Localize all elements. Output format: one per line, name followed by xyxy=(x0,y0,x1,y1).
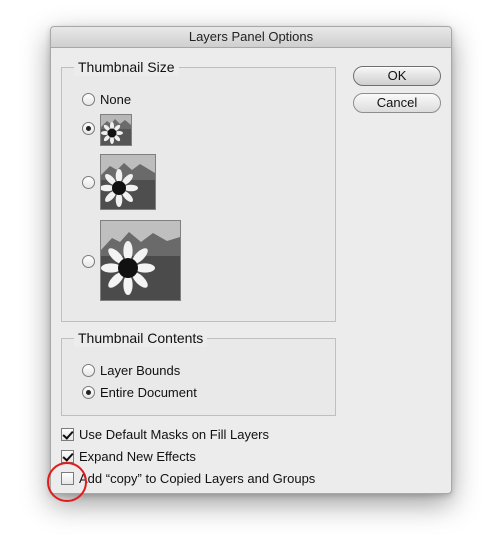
thumbnail-size-large-radio[interactable] xyxy=(82,255,95,268)
add-copy-label: Add “copy” to Copied Layers and Groups xyxy=(79,471,316,486)
add-copy-checkbox[interactable] xyxy=(61,472,74,485)
layer-bounds-option[interactable]: Layer Bounds xyxy=(82,363,180,378)
thumbnail-size-group: Thumbnail Size None xyxy=(61,58,336,322)
entire-document-radio[interactable] xyxy=(82,386,95,399)
sunflower-thumbnail-icon xyxy=(101,115,131,145)
thumbnail-size-label: Thumbnail Size xyxy=(74,58,179,76)
use-default-masks-label: Use Default Masks on Fill Layers xyxy=(79,427,270,442)
thumbnail-small-preview xyxy=(100,114,132,146)
thumbnail-size-small-option[interactable] xyxy=(82,122,95,135)
thumbnail-contents-group: Thumbnail Contents Layer Bounds Entire D… xyxy=(61,329,336,416)
thumbnail-size-none-label: None xyxy=(100,92,132,107)
thumbnail-size-small-radio[interactable] xyxy=(82,122,95,135)
use-default-masks-option[interactable]: Use Default Masks on Fill Layers xyxy=(61,427,269,442)
sunflower-thumbnail-icon xyxy=(101,221,180,300)
layers-panel-options-dialog: Layers Panel Options Thumbnail Size None xyxy=(50,26,452,494)
expand-new-effects-option[interactable]: Expand New Effects xyxy=(61,449,196,464)
layer-bounds-radio[interactable] xyxy=(82,364,95,377)
thumbnail-large-preview xyxy=(100,220,181,301)
dialog-titlebar: Layers Panel Options xyxy=(51,27,451,48)
dialog-title: Layers Panel Options xyxy=(188,29,314,44)
entire-document-label: Entire Document xyxy=(100,385,197,400)
entire-document-option[interactable]: Entire Document xyxy=(82,385,197,400)
thumbnail-size-large-option[interactable] xyxy=(82,255,95,268)
thumbnail-contents-label: Thumbnail Contents xyxy=(74,329,208,347)
thumbnail-size-medium-option[interactable] xyxy=(82,176,95,189)
expand-new-effects-checkbox[interactable] xyxy=(61,450,74,463)
use-default-masks-checkbox[interactable] xyxy=(61,428,74,441)
layer-bounds-label: Layer Bounds xyxy=(100,363,181,378)
add-copy-option[interactable]: Add “copy” to Copied Layers and Groups xyxy=(61,471,315,486)
thumbnail-size-none-radio[interactable] xyxy=(82,93,95,106)
thumbnail-size-medium-radio[interactable] xyxy=(82,176,95,189)
sunflower-thumbnail-icon xyxy=(101,155,155,209)
thumbnail-size-none-option[interactable]: None xyxy=(82,92,131,107)
thumbnail-medium-preview xyxy=(100,154,156,210)
ok-button[interactable]: OK xyxy=(353,66,441,86)
cancel-button[interactable]: Cancel xyxy=(353,93,441,113)
expand-new-effects-label: Expand New Effects xyxy=(79,449,196,464)
